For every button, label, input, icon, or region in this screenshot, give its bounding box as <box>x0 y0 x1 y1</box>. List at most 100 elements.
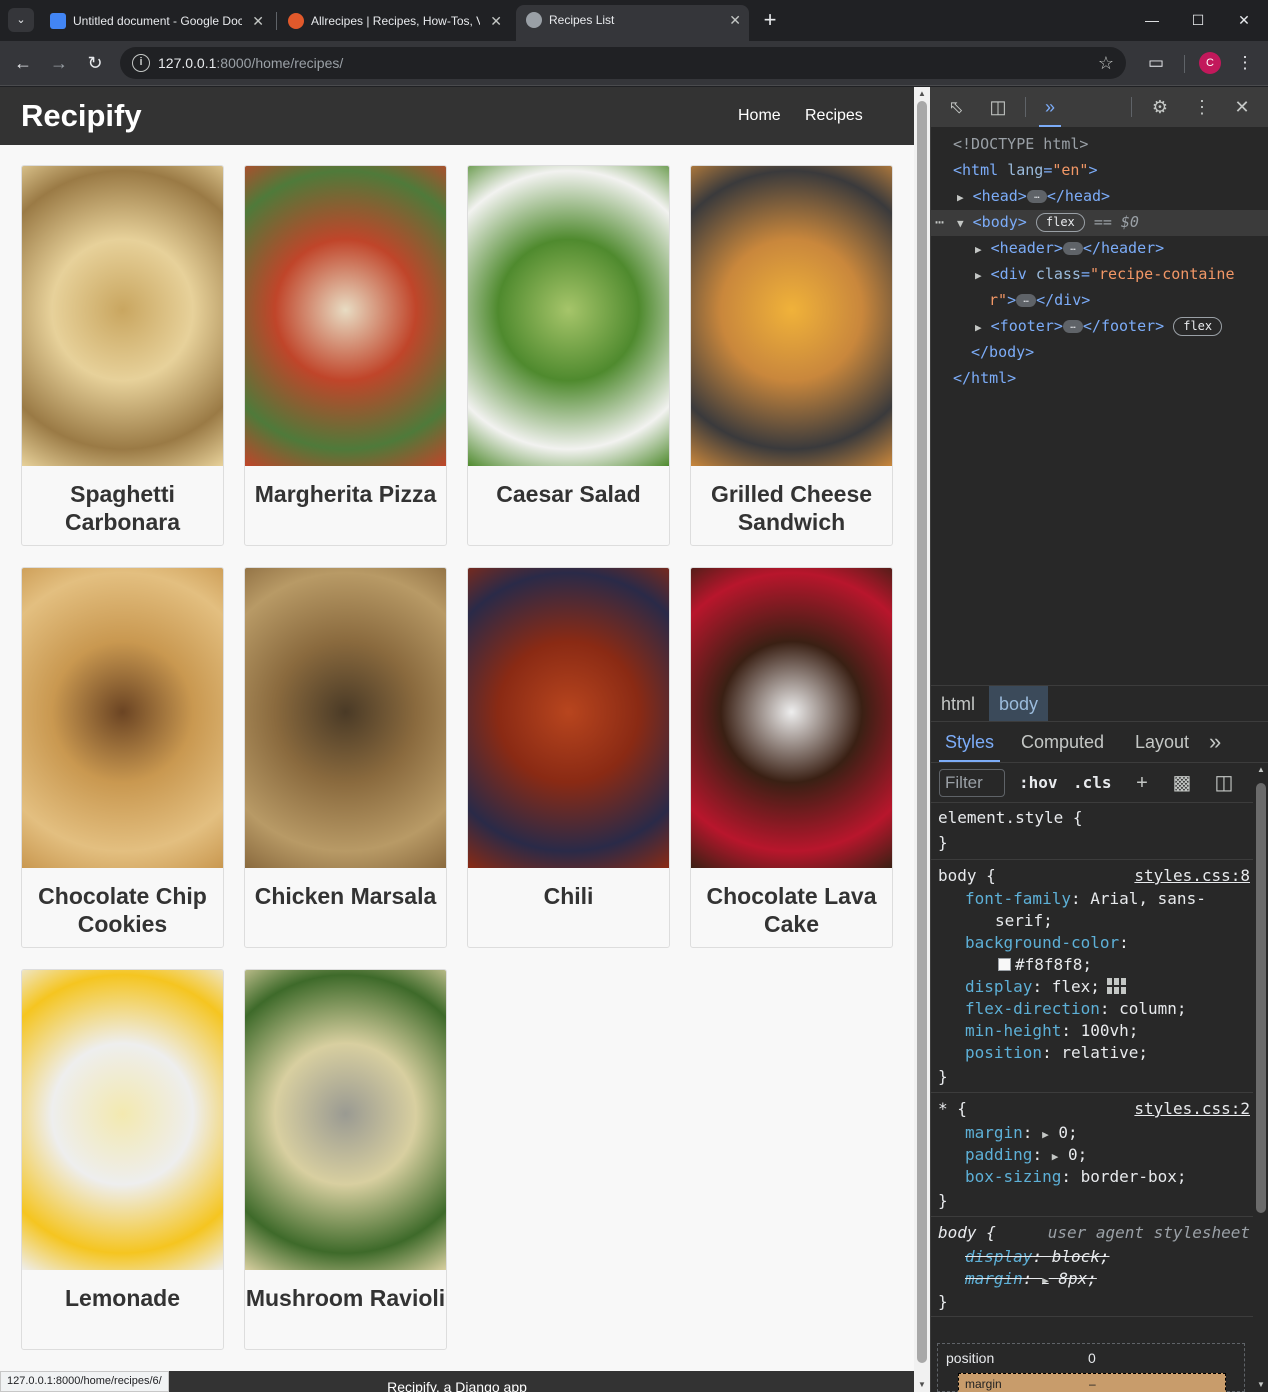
css-declaration[interactable]: margin: ▶ 0; <box>965 1122 1078 1146</box>
dom-node-header[interactable]: ▶ <header>… </header> <box>975 236 1164 262</box>
box-model-margin[interactable]: margin – <box>958 1373 1226 1392</box>
dom-node-html[interactable]: <html lang="en"> <box>953 158 1098 184</box>
tab-layout[interactable]: Layout <box>1135 722 1189 762</box>
box-model-position-value[interactable]: 0 <box>1088 1350 1096 1366</box>
expand-triangle-icon[interactable]: ▶ <box>975 243 982 256</box>
new-tab-button[interactable]: + <box>758 7 782 33</box>
more-tabs-icon[interactable]: » <box>1037 94 1063 127</box>
stylesheet-link[interactable]: styles.css:8 <box>1134 865 1250 887</box>
recipe-card[interactable]: Mushroom Ravioli <box>244 969 447 1350</box>
expand-triangle-icon[interactable]: ▶ <box>975 269 982 282</box>
tab-styles[interactable]: Styles <box>939 722 1001 762</box>
ellipsis-icon[interactable]: … <box>1062 320 1083 333</box>
scroll-down-arrow-icon[interactable]: ▼ <box>914 1378 930 1392</box>
dom-node-body-selected[interactable]: ⋯ ▼ <body> flex == $0 <box>931 210 1268 236</box>
css-declaration[interactable]: padding: ▶ 0; <box>965 1144 1087 1168</box>
css-declaration[interactable]: flex-direction: column; <box>965 998 1187 1020</box>
expand-triangle-icon[interactable]: ▶ <box>1042 1128 1049 1141</box>
css-declaration[interactable]: background-color: <box>965 932 1129 954</box>
css-declaration[interactable]: font-family: Arial, sans- <box>965 888 1206 910</box>
css-declaration[interactable]: min-height: 100vh; <box>965 1020 1138 1042</box>
reload-button[interactable]: ↻ <box>82 50 108 76</box>
class-toggle[interactable]: .cls <box>1073 769 1112 797</box>
flex-badge[interactable]: flex <box>1035 213 1085 232</box>
close-icon[interactable]: ✕ <box>729 5 741 35</box>
flexbox-editor-icon[interactable] <box>1106 977 1128 995</box>
color-swatch[interactable] <box>998 958 1011 971</box>
page-scrollbar[interactable]: ▲ ▼ <box>914 87 930 1392</box>
close-icon[interactable]: ✕ <box>1229 94 1255 120</box>
sidebar-toggle-icon[interactable]: ◫ <box>1211 769 1237 797</box>
scroll-up-arrow-icon[interactable]: ▲ <box>1253 763 1268 777</box>
tab-computed[interactable]: Computed <box>1021 722 1104 762</box>
nav-recipes-link[interactable]: Recipes <box>805 87 863 145</box>
back-button[interactable]: ← <box>10 50 36 76</box>
new-rule-plus-icon[interactable]: + <box>1129 769 1155 797</box>
dom-node-doctype[interactable]: <!DOCTYPE html> <box>953 132 1088 158</box>
recipe-card[interactable]: Spaghetti Carbonara <box>21 165 224 546</box>
breadcrumb-html[interactable]: html <box>931 686 985 722</box>
rule-selector[interactable]: element.style { <box>938 807 1083 829</box>
dom-node-div[interactable]: ▶ <div class="recipe-containe <box>975 262 1235 288</box>
css-declaration-overridden[interactable]: margin: ▶ 8px; <box>965 1268 1097 1292</box>
scrollbar-thumb[interactable] <box>1256 783 1266 1213</box>
dom-node-footer[interactable]: ▶ <footer>… </footer> flex <box>975 314 1223 340</box>
ellipsis-icon[interactable]: … <box>1026 190 1047 203</box>
close-icon[interactable]: ✕ <box>490 6 502 36</box>
recipe-card[interactable]: Chocolate Chip Cookies <box>21 567 224 948</box>
rule-selector[interactable]: body { <box>938 1222 996 1244</box>
nav-home-link[interactable]: Home <box>738 87 781 145</box>
collapse-triangle-icon[interactable]: ▼ <box>957 217 964 230</box>
maximize-button[interactable]: ☐ <box>1175 5 1221 35</box>
dom-node-head[interactable]: ▶ <head>… </head> <box>957 184 1110 210</box>
dom-node-div-cont[interactable]: r">… </div> <box>989 288 1090 314</box>
tab-google-docs[interactable]: Untitled document - Google Docs ✕ <box>40 6 272 36</box>
close-icon[interactable]: ✕ <box>252 6 264 36</box>
profile-avatar[interactable]: C <box>1199 52 1221 74</box>
recipe-card[interactable]: Lemonade <box>21 969 224 1350</box>
recipe-card[interactable]: Chicken Marsala <box>244 567 447 948</box>
url-text[interactable]: 127.0.0.1:8000/home/recipes/ <box>158 47 343 79</box>
tab-search-button[interactable]: ⌄ <box>8 8 34 32</box>
rule-selector[interactable]: body { <box>938 865 996 887</box>
recipe-card[interactable]: Grilled Cheese Sandwich <box>690 165 893 546</box>
more-options-icon[interactable]: ⋯ <box>935 210 944 236</box>
scroll-down-arrow-icon[interactable]: ▼ <box>1253 1378 1268 1392</box>
recipe-card[interactable]: Chocolate Lava Cake <box>690 567 893 948</box>
browser-menu-icon[interactable]: ⋮ <box>1232 50 1258 76</box>
site-brand[interactable]: Recipify <box>21 87 142 145</box>
recipe-card[interactable]: Caesar Salad <box>467 165 670 546</box>
expand-triangle-icon[interactable]: ▶ <box>975 321 982 334</box>
rule-selector[interactable]: * { <box>938 1098 967 1120</box>
ellipsis-icon[interactable]: … <box>1016 294 1037 307</box>
inspect-element-icon[interactable]: ⬁ <box>943 94 969 120</box>
css-declaration-overridden[interactable]: display: block; <box>965 1246 1110 1268</box>
styles-scrollbar[interactable]: ▲ ▼ <box>1253 763 1268 1392</box>
styles-filter-input[interactable]: Filter <box>939 769 1005 797</box>
css-declaration[interactable]: position: relative; <box>965 1042 1148 1064</box>
expand-triangle-icon[interactable]: ▶ <box>1052 1150 1059 1163</box>
flex-badge[interactable]: flex <box>1173 317 1223 336</box>
more-tabs-icon[interactable]: » <box>1209 722 1221 762</box>
extensions-icon[interactable]: ▭ <box>1143 50 1169 76</box>
stylesheet-link[interactable]: styles.css:2 <box>1134 1098 1250 1120</box>
bookmark-star-icon[interactable]: ☆ <box>1098 47 1114 79</box>
scrollbar-thumb[interactable] <box>917 101 927 1363</box>
recipe-card[interactable]: Margherita Pizza <box>244 165 447 546</box>
expand-triangle-icon[interactable]: ▶ <box>957 191 964 204</box>
breadcrumb-body[interactable]: body <box>989 686 1049 722</box>
tab-allrecipes[interactable]: Allrecipes | Recipes, How-Tos, Videos ✕ <box>278 6 510 36</box>
ellipsis-icon[interactable]: … <box>1062 242 1083 255</box>
tab-recipes-list[interactable]: Recipes List ✕ <box>516 5 749 41</box>
minimize-button[interactable]: — <box>1129 5 1175 35</box>
device-toolbar-icon[interactable]: ◫ <box>985 94 1011 120</box>
close-window-button[interactable]: ✕ <box>1221 5 1267 35</box>
dom-node-html-close[interactable]: </html> <box>953 366 1016 392</box>
expand-triangle-icon[interactable]: ▶ <box>1042 1274 1049 1287</box>
kebab-menu-icon[interactable]: ⋮ <box>1189 94 1215 120</box>
address-bar[interactable]: i 127.0.0.1:8000/home/recipes/ ☆ <box>120 47 1126 79</box>
scroll-up-arrow-icon[interactable]: ▲ <box>914 87 930 101</box>
hover-state-toggle[interactable]: :hov <box>1019 769 1058 797</box>
css-declaration[interactable]: display: flex; <box>965 976 1128 998</box>
paint-brush-icon[interactable]: ▩ <box>1169 769 1195 797</box>
